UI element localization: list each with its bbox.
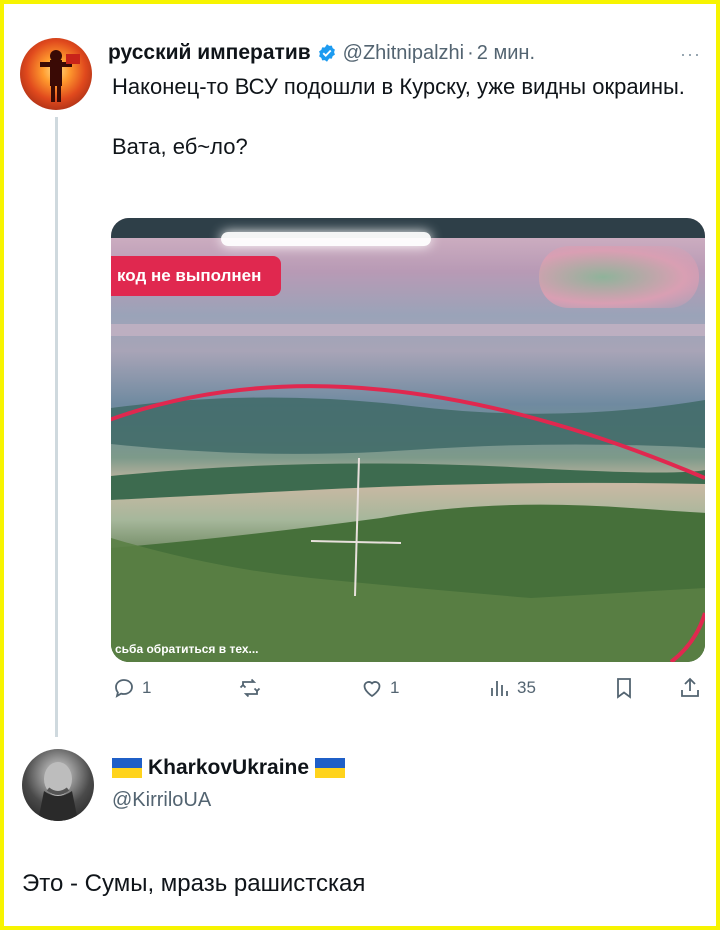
retweet-action[interactable] [238, 676, 268, 700]
like-action[interactable]: 1 [360, 676, 399, 700]
screenshot-frame: русский императив @Zhitnipalzhi · 2 мин.… [4, 4, 716, 926]
views-chart-icon [491, 681, 508, 696]
media-bottom-text: сьба обратиться в тех... [115, 642, 259, 656]
reply-action[interactable]: 1 [112, 676, 151, 700]
verified-badge-icon [318, 44, 335, 62]
reply-count: 1 [142, 678, 152, 697]
author-handle[interactable]: @Zhitnipalzhi [343, 42, 464, 65]
avatar-portrait-icon [38, 762, 78, 821]
reply-icon [115, 679, 133, 698]
share-icon [681, 677, 699, 697]
tweet-media-image[interactable]: код не выполнен сьба обратиться в тех... [111, 218, 705, 662]
share-action[interactable] [678, 676, 708, 700]
avatar-figure-icon [40, 50, 80, 102]
retweet-icon [239, 678, 261, 698]
separator-dot: · [467, 41, 474, 64]
bookmark-icon [617, 678, 631, 699]
like-count: 1 [390, 678, 400, 697]
landscape-drawing [111, 324, 705, 662]
views-count: 35 [517, 678, 536, 697]
tweet-header: русский императив @Zhitnipalzhi · 2 мин. [108, 38, 535, 68]
reply-author-handle[interactable]: @KirriloUA [112, 789, 211, 812]
reply-header: KharkovUkraine [112, 756, 351, 780]
bookmark-action[interactable] [612, 676, 642, 700]
tweet-text-line: Наконец-то ВСУ подошли в Курску, уже вид… [112, 74, 685, 99]
author-name[interactable]: русский императив [108, 41, 311, 65]
ukraine-flag-icon [315, 758, 346, 778]
tweet-actions: 1 1 35 [112, 676, 706, 706]
tweet-text: Наконец-то ВСУ подошли в Курску, уже вид… [112, 72, 702, 162]
views-action[interactable]: 35 [487, 676, 536, 700]
tweet-text-line: Вата, еб~ло? [112, 134, 248, 159]
reply-text: Это - Сумы, мразь рашистская [22, 870, 366, 897]
more-options-icon[interactable]: ··· [680, 44, 701, 65]
reply-author-name[interactable]: KharkovUkraine [148, 756, 309, 780]
reply-author-avatar[interactable] [22, 749, 94, 821]
heart-icon [363, 681, 381, 698]
thread-line [55, 117, 58, 737]
author-avatar[interactable] [20, 38, 92, 110]
tweet-time[interactable]: 2 мин. [477, 42, 535, 65]
ukraine-flag-icon [112, 758, 142, 778]
